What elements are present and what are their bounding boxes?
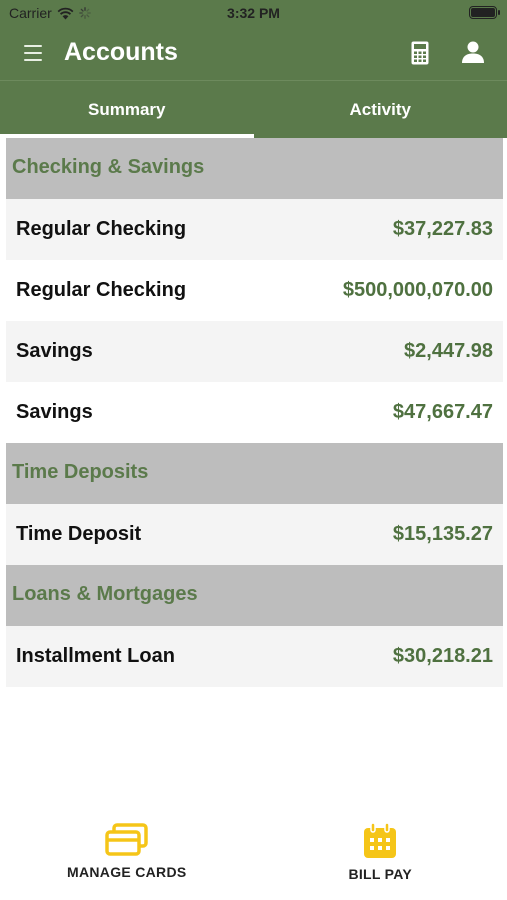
account-row[interactable]: Savings $2,447.98 xyxy=(6,321,503,382)
user-icon[interactable] xyxy=(461,41,485,63)
manage-cards-button[interactable]: MANAGE CARDS xyxy=(0,812,254,900)
account-name: Regular Checking xyxy=(16,279,187,301)
account-name: Savings xyxy=(16,340,93,362)
bottom-action-bar: MANAGE CARDS BILL PAY xyxy=(0,812,507,900)
account-name: Installment Loan xyxy=(16,645,175,667)
account-row[interactable]: Installment Loan $30,218.21 xyxy=(6,626,503,687)
section-header-checking-savings: Checking & Savings xyxy=(6,138,503,199)
bill-pay-button[interactable]: BILL PAY xyxy=(254,812,507,900)
accounts-list: Checking & Savings Regular Checking $37,… xyxy=(6,138,503,687)
account-row[interactable]: Regular Checking $37,227.83 xyxy=(6,199,503,260)
account-name: Savings xyxy=(16,401,93,423)
account-balance: $2,447.98 xyxy=(404,340,493,362)
battery-icon xyxy=(469,6,500,19)
page-title: Accounts xyxy=(64,38,178,66)
account-balance: $47,667.47 xyxy=(392,401,493,423)
manage-cards-label: MANAGE CARDS xyxy=(67,864,187,880)
account-balance: $500,000,070.00 xyxy=(342,279,493,301)
calculator-icon[interactable] xyxy=(411,41,429,65)
account-row[interactable]: Time Deposit $15,135.27 xyxy=(6,504,503,565)
nav-header: Accounts xyxy=(0,28,507,80)
account-name: Time Deposit xyxy=(16,523,142,545)
accounts-screen: Carrier 3:32 PM Accounts Summary Activit… xyxy=(0,0,507,900)
account-row[interactable]: Savings $47,667.47 xyxy=(6,382,503,443)
tab-bar: Summary Activity xyxy=(0,80,507,138)
bill-pay-label: BILL PAY xyxy=(348,866,413,882)
tab-summary[interactable]: Summary xyxy=(0,81,254,138)
account-row[interactable]: Regular Checking $500,000,070.00 xyxy=(6,260,503,321)
account-balance: $37,227.83 xyxy=(392,218,493,240)
section-header-loans-mortgages: Loans & Mortgages xyxy=(6,565,503,626)
account-balance: $30,218.21 xyxy=(392,645,493,667)
account-balance: $15,135.27 xyxy=(392,523,493,545)
credit-cards-icon xyxy=(105,823,148,856)
status-bar: Carrier 3:32 PM xyxy=(0,0,507,28)
account-name: Regular Checking xyxy=(16,218,187,240)
tab-activity[interactable]: Activity xyxy=(254,81,507,138)
app-header-area: Carrier 3:32 PM Accounts Summary Activit… xyxy=(0,0,507,138)
calendar-icon xyxy=(364,822,397,858)
status-time: 3:32 PM xyxy=(227,5,280,21)
section-header-time-deposits: Time Deposits xyxy=(6,443,503,504)
menu-icon[interactable] xyxy=(24,45,42,61)
